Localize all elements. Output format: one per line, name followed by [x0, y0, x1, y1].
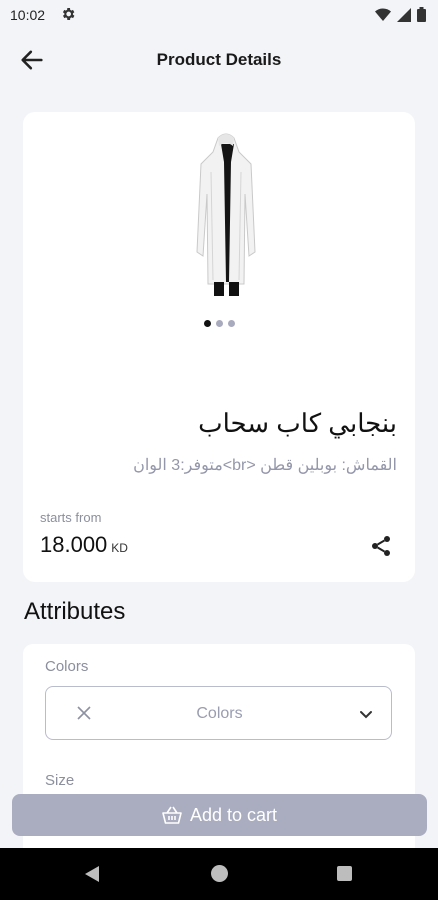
- colors-select[interactable]: Colors: [45, 686, 392, 740]
- system-nav-bar: [0, 848, 438, 900]
- chevron-down-icon[interactable]: [358, 706, 374, 722]
- price-row: 18.000 KD: [40, 532, 128, 558]
- attributes-title: Attributes: [24, 598, 126, 625]
- wifi-icon: [375, 7, 391, 21]
- pager-dot[interactable]: [227, 320, 235, 327]
- starts-from-label: starts from: [40, 510, 102, 525]
- colors-label: Colors: [45, 658, 89, 675]
- product-card: بنجابي كاب سحاب القماش: بوبلين قطن <br>م…: [23, 112, 415, 582]
- image-pager-dots: [23, 320, 415, 327]
- currency-label: KD: [111, 541, 128, 555]
- product-name: بنجابي كاب سحاب: [198, 408, 397, 438]
- signal-icon: [397, 7, 411, 22]
- add-to-cart-label: Add to cart: [189, 804, 278, 825]
- status-time: 10:02: [10, 7, 46, 23]
- colors-select-value: Colors: [196, 705, 243, 722]
- nav-recents-icon[interactable]: [337, 866, 352, 881]
- share-icon[interactable]: [369, 534, 393, 558]
- status-bar: 10:02: [0, 0, 438, 30]
- size-label: Size: [45, 772, 75, 789]
- settings-icon: [62, 8, 75, 20]
- product-description: القماش: بوبلين قطن <br>متوفر:3 الوان: [133, 457, 397, 474]
- app-bar: Product Details: [0, 36, 438, 82]
- pager-dot[interactable]: [215, 320, 223, 327]
- battery-icon: [417, 7, 426, 22]
- basket-icon: [162, 806, 182, 824]
- pager-dot[interactable]: [203, 320, 211, 327]
- nav-home-icon[interactable]: [211, 865, 228, 882]
- nav-back-icon[interactable]: [83, 865, 101, 883]
- product-image[interactable]: [193, 132, 259, 302]
- page-title: Product Details: [156, 50, 282, 69]
- add-to-cart-button[interactable]: Add to cart: [12, 794, 427, 836]
- price-value: 18.000: [40, 532, 108, 557]
